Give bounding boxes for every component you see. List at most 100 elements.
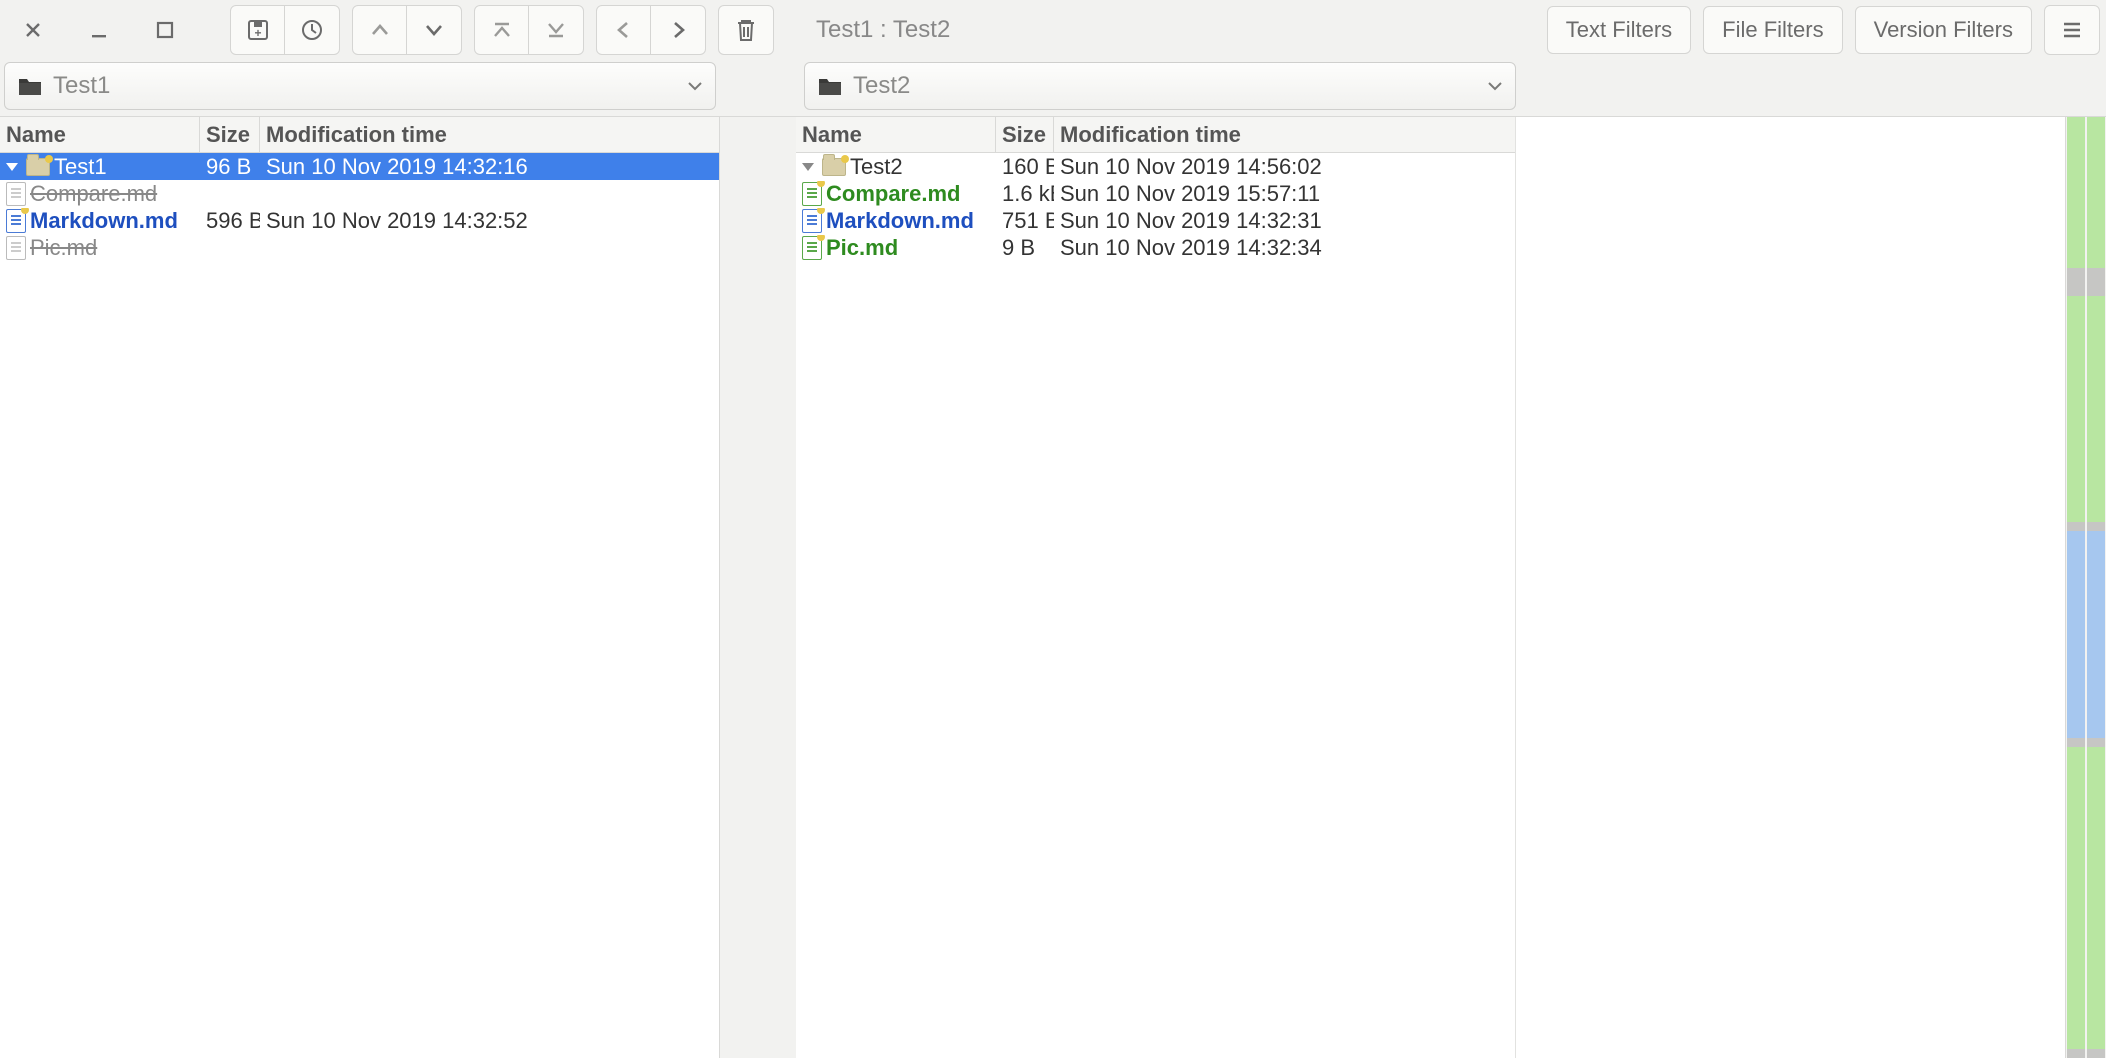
col-name[interactable]: Name [0, 117, 200, 152]
diff-segment[interactable] [2087, 531, 2105, 738]
next-change-button[interactable] [407, 6, 461, 54]
tree-row[interactable]: Test196 BSun 10 Nov 2019 14:32:16 [0, 153, 719, 180]
first-change-button[interactable] [475, 6, 529, 54]
file-icon [802, 182, 822, 206]
menu-group [2044, 5, 2100, 55]
file-icon [802, 209, 822, 233]
file-mtime: Sun 10 Nov 2019 14:32:31 [1054, 208, 1515, 234]
expand-caret-icon[interactable] [6, 163, 18, 171]
overview-blank [1516, 117, 2066, 1058]
nav-firstlast-group [474, 5, 584, 55]
tree-row[interactable]: Test2 160 BSun 10 Nov 2019 14:56:02 [796, 153, 1515, 180]
file-filters-button[interactable]: File Filters [1703, 6, 1842, 54]
folder-icon [817, 75, 843, 97]
path-row: Test1 Test2 [0, 60, 2106, 116]
file-size: 160 B [996, 154, 1054, 180]
tree-row[interactable]: Compare.md [0, 180, 719, 207]
diff-segment[interactable] [2087, 296, 2105, 522]
push-right-button[interactable] [651, 6, 705, 54]
new-badge-icon [817, 208, 825, 214]
panes: Name Size Modification time Test196 BSun… [0, 116, 2106, 1058]
file-mtime: Sun 10 Nov 2019 14:32:16 [260, 154, 719, 180]
diff-segment[interactable] [2087, 117, 2105, 268]
folder-icon [17, 75, 43, 97]
file-name: Pic.md [826, 235, 898, 261]
delete-group [718, 5, 774, 55]
file-name: Test2 [850, 154, 903, 180]
col-mod[interactable]: Modification time [260, 117, 719, 152]
toolbar: + Test1 : Test2 Te [0, 0, 2106, 60]
chevron-down-icon [1487, 80, 1503, 92]
col-mod[interactable]: Modification time [1054, 117, 1515, 152]
file-name: Compare.md [30, 181, 157, 207]
nav-leftright-group [596, 5, 706, 55]
diff-strip-right[interactable] [2087, 117, 2105, 1058]
right-pane: Name Size Modification time Test2160 BSu… [796, 117, 1516, 1058]
col-size[interactable]: Size [996, 117, 1054, 152]
tree-row[interactable]: Markdown.md 751 BSun 10 Nov 2019 14:32:31 [796, 207, 1515, 234]
file-name: Markdown.md [826, 208, 974, 234]
tree-row[interactable]: Markdown.md596 BSun 10 Nov 2019 14:32:52 [0, 207, 719, 234]
chevron-down-icon [687, 80, 703, 92]
file-name: Pic.md [30, 235, 97, 261]
new-badge-icon [45, 155, 53, 163]
tree-row[interactable]: Pic.md [0, 234, 719, 261]
nav-updown-group [352, 5, 462, 55]
text-filters-button[interactable]: Text Filters [1547, 6, 1691, 54]
right-path-selector[interactable]: Test2 [804, 62, 1516, 110]
new-badge-icon [817, 235, 825, 241]
diff-segment[interactable] [2087, 747, 2105, 1048]
diff-strips [2066, 117, 2106, 1058]
file-icon [6, 182, 26, 206]
file-mtime: Sun 10 Nov 2019 15:57:11 [1054, 181, 1515, 207]
left-path-selector[interactable]: Test1 [4, 62, 716, 110]
new-badge-icon [841, 155, 849, 163]
right-header: Name Size Modification time [796, 117, 1515, 153]
prev-change-button[interactable] [353, 6, 407, 54]
new-badge-icon [21, 208, 29, 214]
diff-segment[interactable] [2067, 296, 2085, 522]
file-icon [802, 236, 822, 260]
comparison-title: Test1 : Test2 [816, 16, 950, 44]
version-filters-button[interactable]: Version Filters [1855, 6, 2032, 54]
svg-text:+: + [254, 26, 261, 40]
file-icon [6, 236, 26, 260]
folder-icon [26, 158, 50, 176]
file-name: Compare.md [826, 181, 960, 207]
tree-row[interactable]: Pic.md 9 BSun 10 Nov 2019 14:32:34 [796, 234, 1515, 261]
save-button[interactable]: + [231, 6, 285, 54]
maximize-button[interactable] [138, 6, 192, 54]
new-badge-icon [817, 181, 825, 187]
close-button[interactable] [6, 6, 60, 54]
file-mtime: Sun 10 Nov 2019 14:32:52 [260, 208, 719, 234]
left-header: Name Size Modification time [0, 117, 719, 153]
left-pane: Name Size Modification time Test196 BSun… [0, 117, 720, 1058]
diff-strip-left[interactable] [2067, 117, 2085, 1058]
diff-segment[interactable] [2067, 531, 2085, 738]
col-size[interactable]: Size [200, 117, 260, 152]
diff-segment[interactable] [2067, 117, 2085, 268]
expand-caret-icon[interactable] [802, 163, 814, 171]
file-mtime: Sun 10 Nov 2019 14:56:02 [1054, 154, 1515, 180]
push-left-button[interactable] [597, 6, 651, 54]
file-size: 1.6 kB [996, 181, 1054, 207]
save-group: + [230, 5, 340, 55]
hamburger-menu-button[interactable] [2045, 6, 2099, 54]
minimize-button[interactable] [72, 6, 126, 54]
right-path-label: Test2 [853, 72, 910, 100]
col-name[interactable]: Name [796, 117, 996, 152]
last-change-button[interactable] [529, 6, 583, 54]
file-size: 751 B [996, 208, 1054, 234]
left-tree[interactable]: Test196 BSun 10 Nov 2019 14:32:16Compare… [0, 153, 719, 261]
history-button[interactable] [285, 6, 339, 54]
right-tree[interactable]: Test2160 BSun 10 Nov 2019 14:56:02Compar… [796, 153, 1515, 261]
delete-button[interactable] [719, 6, 773, 54]
diff-segment[interactable] [2067, 747, 2085, 1048]
file-mtime: Sun 10 Nov 2019 14:32:34 [1054, 235, 1515, 261]
tree-row[interactable]: Compare.md 1.6 kBSun 10 Nov 2019 15:57:11 [796, 180, 1515, 207]
file-size: 596 B [200, 208, 260, 234]
pane-gap [720, 117, 796, 1058]
file-size: 96 B [200, 154, 260, 180]
file-size: 9 B [996, 235, 1054, 261]
folder-icon [822, 158, 846, 176]
